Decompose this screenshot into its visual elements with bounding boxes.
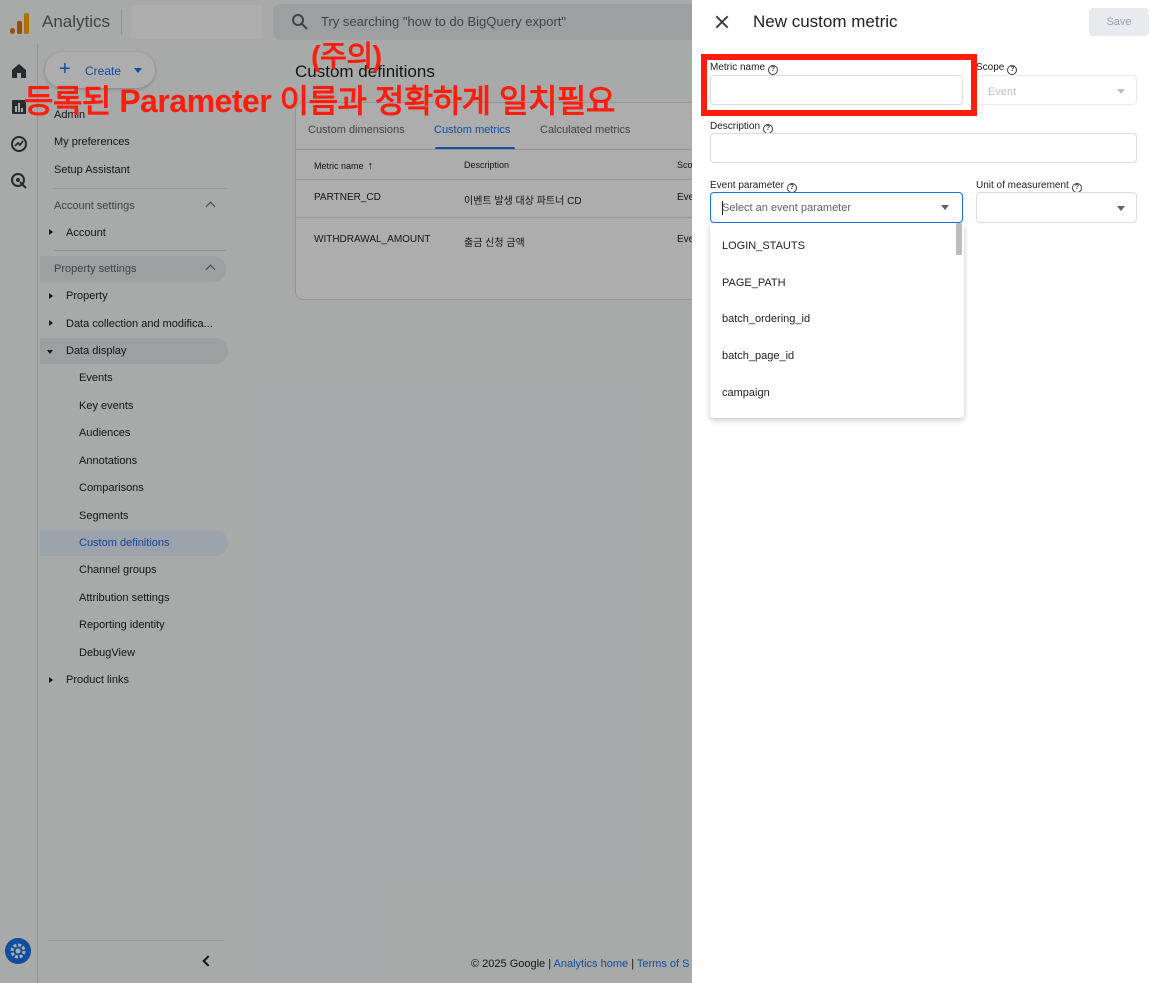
save-button[interactable]: Save [1089,8,1149,36]
option-label: LOGIN_STAUTS [722,240,805,252]
caret-down-icon [1117,206,1125,211]
annotation-warning-text: 등록된 Parameter 이름과 정확하게 일치필요 [24,83,615,119]
new-custom-metric-panel: New custom metric Save Metric name? Scop… [692,0,1152,983]
caret-down-icon [941,205,949,210]
dropdown-option[interactable]: campaign [710,375,956,411]
scope-select[interactable]: Event [976,75,1137,105]
option-label: campaign [722,387,770,399]
dropdown-scrollbar[interactable] [956,223,962,255]
dropdown-option[interactable]: batch_ordering_id [710,301,956,337]
field-label: Scope [976,62,1005,73]
description-input[interactable] [710,133,1137,163]
help-icon[interactable]: ? [1007,65,1018,75]
panel-title: New custom metric [753,12,898,31]
unit-of-measurement-select[interactable] [976,192,1137,223]
scope-value: Event [988,86,1017,98]
event-parameter-placeholder: Select an event parameter [722,202,852,214]
annotation-highlight-box [701,54,977,116]
field-label: Unit of measurement [976,180,1069,191]
dropdown-option[interactable]: batch_page_id [710,338,956,374]
field-label: Event parameter [710,180,784,191]
annotation-warning-heading: (주의) [311,41,382,73]
event-parameter-dropdown: LOGIN_STAUTS PAGE_PATH batch_ordering_id… [710,223,964,418]
option-label: batch_page_id [722,350,795,362]
field-label: Description [710,121,761,132]
scope-label: Scope? [976,62,1018,75]
dropdown-option[interactable]: LOGIN_STAUTS [710,228,956,264]
caret-down-icon [1117,89,1125,94]
option-label: batch_ordering_id [722,313,811,325]
close-icon[interactable] [714,14,730,30]
dropdown-option[interactable]: PAGE_PATH [710,265,956,301]
modal-scrim[interactable] [0,0,692,983]
option-label: PAGE_PATH [722,277,786,289]
event-parameter-select[interactable]: Select an event parameter [710,192,963,223]
